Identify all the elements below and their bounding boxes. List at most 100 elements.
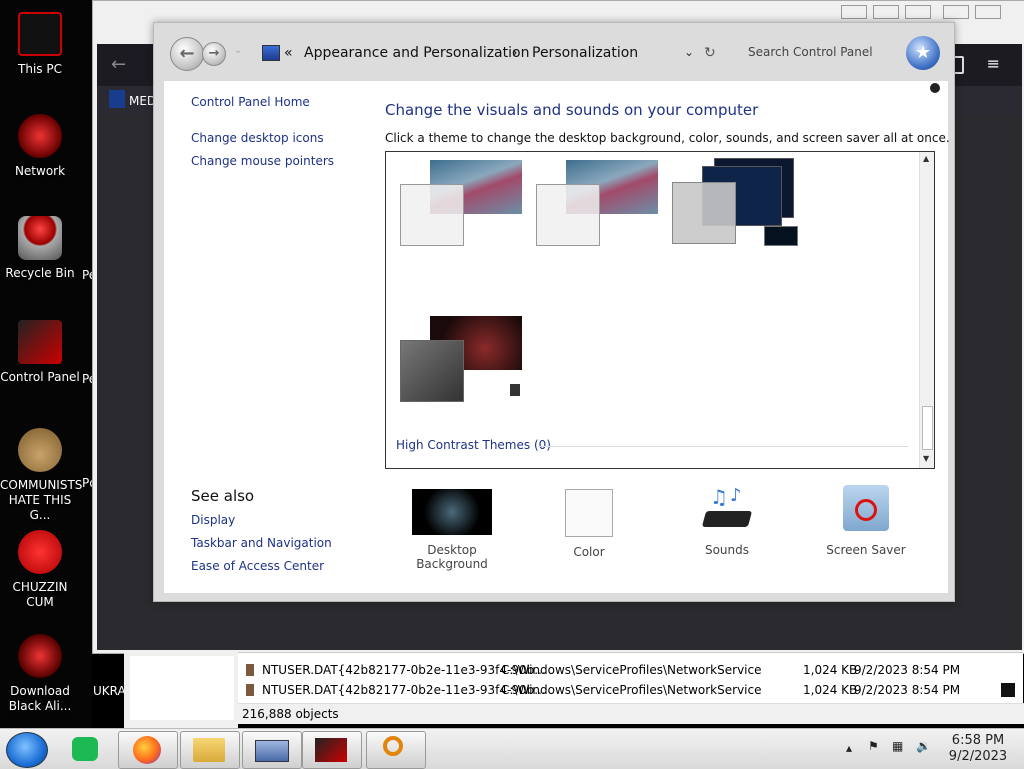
file-size: 1,024 KB xyxy=(803,683,858,697)
desktop-background-label: Desktop Background xyxy=(416,543,488,571)
breadcrumb-appearance[interactable]: Appearance and Personalization xyxy=(304,45,529,61)
this-pc-icon xyxy=(18,12,62,56)
window-app-icon xyxy=(255,740,289,762)
sounds-label: Sounds xyxy=(704,543,750,557)
minimize-icon[interactable] xyxy=(841,5,867,19)
show-hidden-icons[interactable]: ▴ xyxy=(846,741,852,755)
taskbar-app-spotify[interactable] xyxy=(70,735,100,763)
breadcrumb-overflow[interactable]: « xyxy=(284,45,293,61)
theme-window-preview xyxy=(672,182,736,244)
see-also-title: See also xyxy=(191,487,255,505)
desktop-icon-download[interactable]: Download Black Ali... xyxy=(0,634,80,714)
back-icon[interactable]: ← xyxy=(111,54,126,75)
file-date: 9/2/2023 8:54 PM xyxy=(854,683,961,697)
desktop-icon-network[interactable]: Network xyxy=(0,114,80,179)
section-divider xyxy=(538,446,908,447)
sounds-button[interactable]: ♫ ♪ Sounds xyxy=(677,485,777,557)
menu-icon[interactable]: ≡ xyxy=(987,54,1000,73)
clock-date: 9/2/2023 xyxy=(948,749,1008,764)
clock[interactable]: 6:58 PM 9/2/2023 xyxy=(942,733,1014,765)
scroll-up-icon[interactable]: ▲ xyxy=(923,154,929,163)
control-panel-home-link[interactable]: Control Panel Home xyxy=(191,95,310,109)
taskbar-app-control-panel[interactable] xyxy=(302,731,362,769)
action-center-flag-icon[interactable]: ⚑ xyxy=(868,739,879,753)
desktop-icon-label: Recycle Bin xyxy=(5,266,75,280)
screen-saver-button[interactable]: Screen Saver xyxy=(816,485,916,557)
volume-icon[interactable]: 🔉 xyxy=(916,739,931,753)
file-icon xyxy=(246,684,254,696)
network-tray-icon[interactable]: ▦ xyxy=(892,739,903,753)
desktop-background-icon xyxy=(412,489,492,535)
display-link[interactable]: Display xyxy=(191,513,235,527)
close-icon[interactable] xyxy=(975,5,1001,19)
desktop-icon-communists[interactable]: COMMUNISTS HATE THIS G... xyxy=(0,428,82,523)
theme-thumbnail[interactable] xyxy=(400,160,524,250)
close-icon[interactable] xyxy=(905,5,931,19)
desktop-background-button[interactable]: Desktop Background xyxy=(392,489,512,571)
screen-saver-label: Screen Saver xyxy=(826,543,906,557)
explorer-file-list: NTUSER.DAT{42b82177-0b2e-11e3-93f4-90b..… xyxy=(238,652,1024,724)
magnifier-icon xyxy=(383,736,403,756)
chuzzle-icon xyxy=(18,530,62,574)
ease-of-access-link[interactable]: Ease of Access Center xyxy=(191,559,324,573)
change-mouse-pointers-link[interactable]: Change mouse pointers xyxy=(191,154,334,168)
clock-time: 6:58 PM xyxy=(951,733,1005,748)
theme-thumbnail[interactable] xyxy=(536,160,660,250)
address-dropdown-icon[interactable]: ⌄ xyxy=(684,45,694,59)
money-bag-icon xyxy=(18,428,62,472)
theme-thumbnail[interactable] xyxy=(672,158,802,250)
desktop-icon-recycle-bin[interactable]: Recycle Bin xyxy=(0,216,80,281)
taskbar-navigation-link[interactable]: Taskbar and Navigation xyxy=(191,536,332,550)
content-area: Control Panel Home Change desktop icons … xyxy=(164,81,950,593)
scroll-thumb[interactable] xyxy=(922,406,933,450)
recent-pages-icon[interactable]: ⌄ xyxy=(234,45,242,56)
refresh-icon[interactable]: ↻ xyxy=(704,45,716,61)
desktop-icon-label: Control Panel xyxy=(0,370,80,384)
desktop-icon-label: Network xyxy=(14,164,66,178)
status-bar: 216,888 objects xyxy=(238,703,1024,724)
taskbar-app-file-explorer[interactable] xyxy=(180,731,240,769)
file-path: C:\Windows\ServiceProfiles\NetworkServic… xyxy=(501,663,762,677)
desktop-icon-label: This PC xyxy=(18,62,62,76)
theme-thumbnail[interactable] xyxy=(400,316,524,406)
start-button[interactable] xyxy=(6,732,48,768)
scroll-corner-icon[interactable] xyxy=(1001,683,1015,697)
desktop-icon-label: Download Black Ali... xyxy=(8,684,72,713)
download-icon xyxy=(18,634,62,678)
taskbar-app-firefox[interactable] xyxy=(118,731,178,769)
control-panel-icon xyxy=(315,738,347,762)
navigation-bar: ← → ⌄ « Appearance and Personalization ›… xyxy=(154,23,954,83)
high-contrast-themes-header[interactable]: High Contrast Themes (0) xyxy=(396,438,551,452)
file-path: C:\Windows\ServiceProfiles\NetworkServic… xyxy=(501,683,762,697)
restore-icon[interactable] xyxy=(943,5,969,19)
desktop-icon-control-panel[interactable]: Control Panel xyxy=(0,320,80,385)
desktop-icon-this-pc[interactable]: This PC xyxy=(0,12,80,77)
theme-window-preview xyxy=(536,184,600,246)
file-icon xyxy=(246,664,254,676)
file-date: 9/2/2023 8:54 PM xyxy=(854,663,961,677)
scroll-down-icon[interactable]: ▼ xyxy=(923,454,929,463)
desktop-icon-chuzzin[interactable]: CHUZZIN CUM xyxy=(0,530,80,610)
help-icon[interactable] xyxy=(930,83,940,93)
color-swatch-icon xyxy=(565,489,613,537)
back-button[interactable]: ← xyxy=(170,37,204,71)
breadcrumb-separator[interactable]: › xyxy=(512,45,518,61)
theme-gallery: High Contrast Themes (0) ▲ ▼ xyxy=(385,151,935,469)
background-panel-inner xyxy=(130,656,234,720)
breadcrumb-personalization[interactable]: Personalization xyxy=(532,45,638,61)
search-input[interactable]: Search Control Panel xyxy=(734,35,918,69)
favorites-star-icon[interactable]: ★ xyxy=(906,36,940,70)
forward-button[interactable]: → xyxy=(202,42,226,66)
taskbar-app-search[interactable] xyxy=(366,731,426,769)
taskbar-app-window[interactable] xyxy=(242,731,302,769)
desktop-icon-label: CHUZZIN CUM xyxy=(12,580,68,609)
maximize-icon[interactable] xyxy=(873,5,899,19)
page-subtitle: Click a theme to change the desktop back… xyxy=(385,131,950,145)
change-desktop-icons-link[interactable]: Change desktop icons xyxy=(191,131,324,145)
sound-speaker-icon xyxy=(510,384,520,396)
window-controls xyxy=(841,3,1011,19)
theme-scrollbar[interactable]: ▲ ▼ xyxy=(919,152,934,468)
color-button[interactable]: Color xyxy=(539,489,639,559)
taskbar: ▴ ⚑ ▦ 🔉 6:58 PM 9/2/2023 xyxy=(0,728,1024,769)
folder-icon xyxy=(193,738,225,762)
